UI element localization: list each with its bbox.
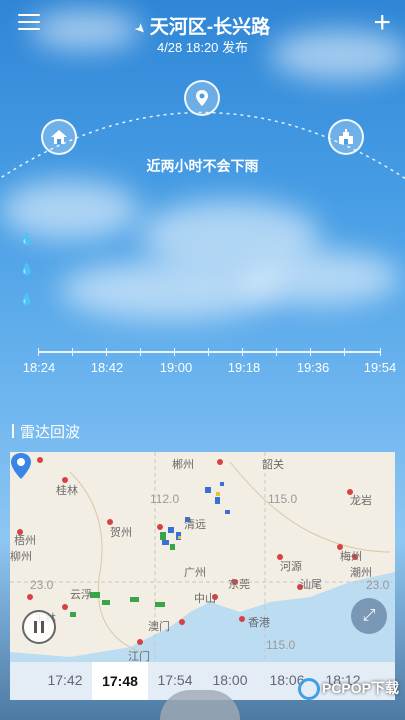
timeline-label: 19:18 xyxy=(227,360,261,375)
city-label: 柳州 xyxy=(10,551,32,563)
map-pin-icon xyxy=(11,453,31,479)
expand-icon[interactable]: ⤢ xyxy=(351,598,387,634)
grid-label: 23.0 xyxy=(366,578,390,592)
watermark: PCPOP下载 xyxy=(297,678,399,701)
timeline-label: 19:36 xyxy=(296,360,330,375)
light-rain-icon: 💧 xyxy=(19,232,34,246)
city-label: 河源 xyxy=(280,561,302,573)
city-label: 桂林 xyxy=(56,485,78,497)
precip-timeline xyxy=(38,348,381,356)
rain-forecast-message: 近两小时不会下雨 xyxy=(146,158,259,174)
time-frame[interactable]: 17:42 xyxy=(40,672,90,688)
watermark-logo-icon xyxy=(297,678,320,701)
city-label: 广州 xyxy=(184,567,206,579)
city-label: 香港 xyxy=(248,617,270,629)
city-label: 东莞 xyxy=(228,579,250,591)
city-label: 郴州 xyxy=(172,459,194,471)
time-frame[interactable]: 17:54 xyxy=(150,672,200,688)
heavy-rain-icon: 💧 xyxy=(19,292,34,306)
grid-label: 112.0 xyxy=(150,492,180,506)
moderate-rain-icon: 💧 xyxy=(19,262,34,276)
city-label: 贺州 xyxy=(110,527,132,539)
location-pin-icon[interactable] xyxy=(184,80,220,116)
city-label: 梅州 xyxy=(340,551,362,563)
city-label: 澳门 xyxy=(148,621,170,633)
pause-button[interactable] xyxy=(22,610,56,644)
radar-section-title: 雷达回波 xyxy=(12,421,80,442)
city-label: 清远 xyxy=(184,519,206,531)
city-label: 云浮 xyxy=(70,589,92,601)
time-frame[interactable]: 18:00 xyxy=(205,672,255,688)
home-icon[interactable] xyxy=(41,119,77,155)
city-label: 梧州 xyxy=(14,535,36,547)
city-label: 中山 xyxy=(194,593,216,605)
timeline-label: 18:42 xyxy=(90,360,124,375)
time-frame-active[interactable]: 17:48 xyxy=(92,662,148,700)
timeline-label: 19:54 xyxy=(363,360,397,375)
grid-label: 115.0 xyxy=(268,492,298,506)
city-label: 汕尾 xyxy=(300,579,322,591)
timeline-label: 18:24 xyxy=(22,360,56,375)
city-label: 龙岩 xyxy=(350,495,372,507)
building-icon[interactable] xyxy=(328,119,364,155)
grid-label: 23.0 xyxy=(30,578,54,592)
city-label: 韶关 xyxy=(262,459,284,471)
grid-label: 115.0 xyxy=(266,638,296,652)
timeline-label: 19:00 xyxy=(159,360,193,375)
